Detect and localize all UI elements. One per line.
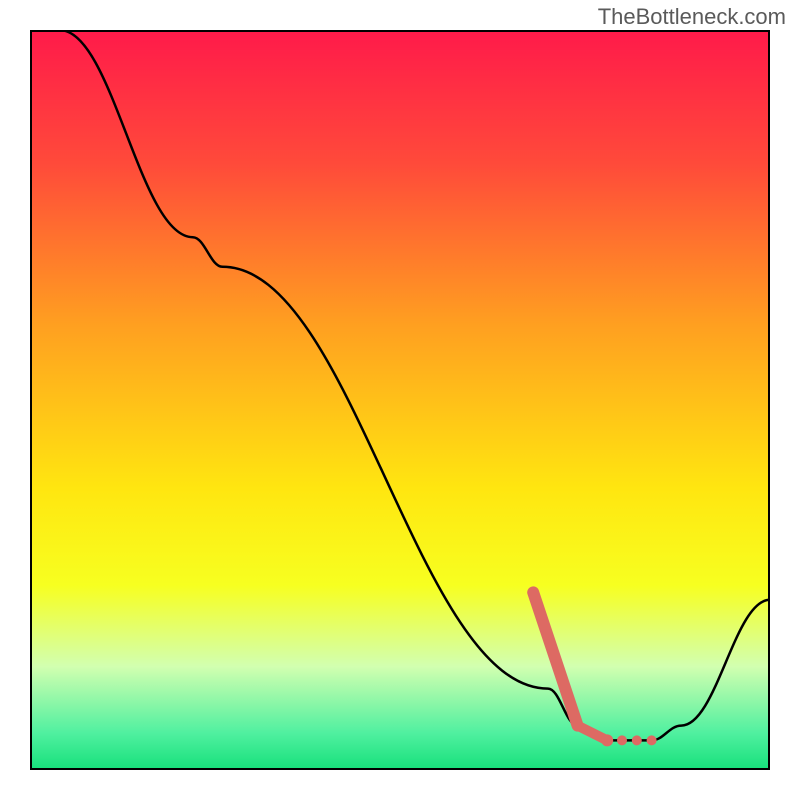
chart-container: TheBottleneck.com <box>0 0 800 800</box>
watermark-label: TheBottleneck.com <box>598 4 786 30</box>
plot-frame <box>30 30 770 770</box>
